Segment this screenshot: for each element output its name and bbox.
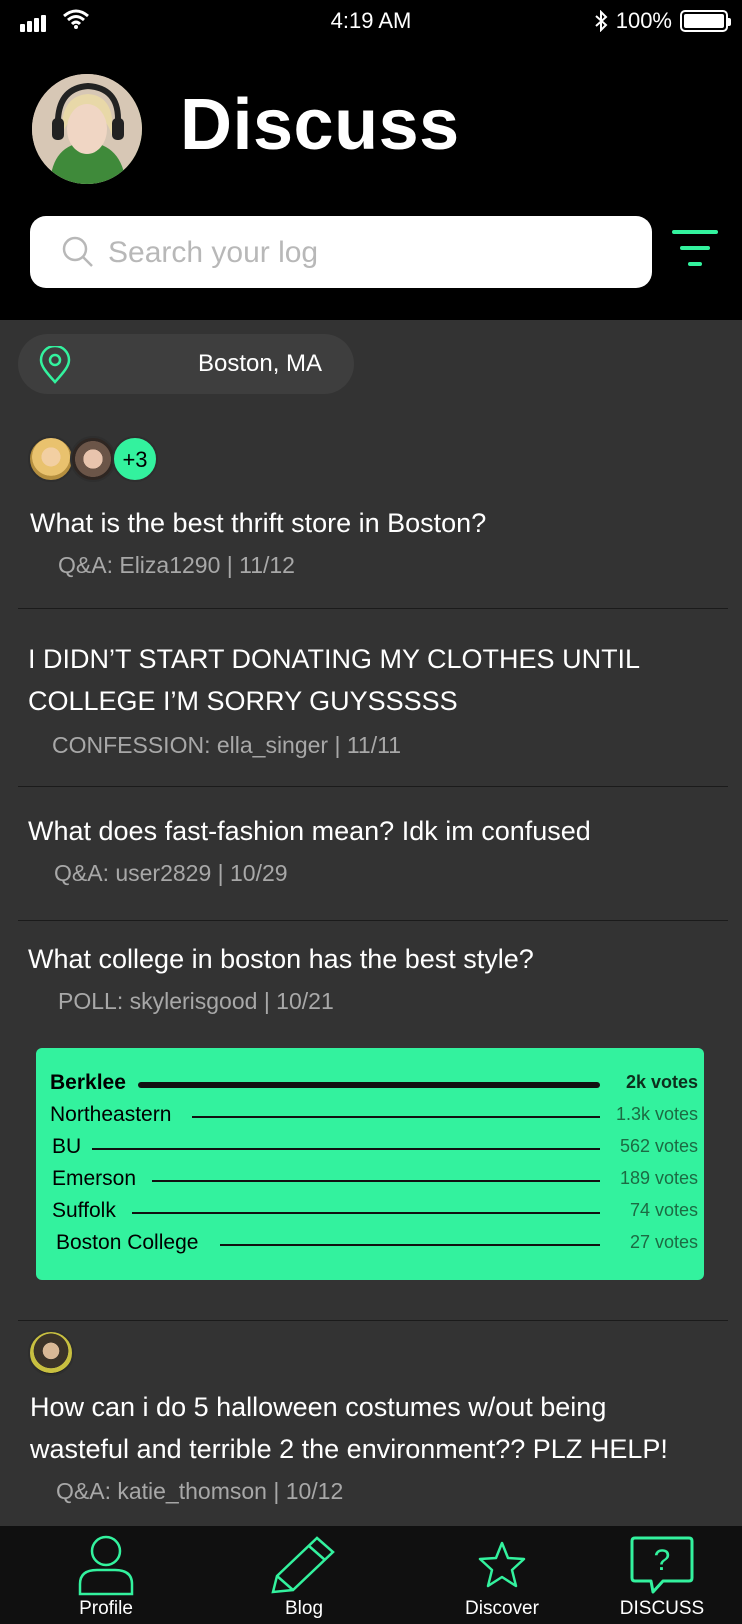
poll-bar [92,1148,600,1150]
tab-label: Blog [284,1598,324,1619]
filter-icon [672,230,718,234]
tab-discuss[interactable]: ? DISCUSS [592,1526,732,1624]
poll-votes: 1.3k votes [615,1104,698,1124]
tab-label: Discover [465,1598,539,1619]
bluetooth-icon [595,10,608,32]
post-title-line: COLLEGE I’M SORRY GUYSSSSS [28,686,458,716]
poll-bar [192,1116,600,1118]
filter-button[interactable] [672,230,718,270]
search-input[interactable] [106,230,630,276]
poll-bar [132,1212,600,1214]
location-pin-icon [39,346,71,384]
poll-option-label: Northeastern [50,1103,172,1126]
battery-percent: 100% [615,8,672,33]
location-label: Boston, MA [198,350,323,377]
poll-option[interactable]: Suffolk 74 votes [36,1196,704,1226]
post-title: What college in boston has the best styl… [28,944,534,974]
poll-votes: 189 votes [619,1168,698,1188]
poll-option-label: Berklee [50,1071,126,1094]
post-meta: POLL: skylerisgood | 10/21 [58,988,334,1014]
poll-option-label: Boston College [56,1231,199,1254]
more-participants-badge: +3 [112,436,158,482]
pencil-icon [271,1536,335,1594]
person-icon [78,1535,134,1596]
tab-bar: Profile Blog Discover ? DISCUSS [0,1526,742,1624]
poll-option[interactable]: Boston College 27 votes [36,1228,704,1258]
status-bar: 4:19 AM 100% [0,0,742,44]
poll-bar [152,1180,600,1182]
divider [18,1320,728,1321]
search-bar[interactable] [30,216,652,288]
poll-results: Berklee 2k votes Northeastern 1.3k votes… [36,1048,704,1280]
post-title-line: How can i do 5 halloween costumes w/out … [30,1392,607,1422]
tab-label: Profile [79,1598,133,1619]
tab-blog[interactable]: Blog [234,1526,374,1624]
post-meta: Q&A: Eliza1290 | 11/12 [58,552,295,578]
user-avatar[interactable] [32,74,142,184]
location-filter[interactable]: Boston, MA [18,334,354,394]
post-title: What is the best thrift store in Boston? [30,508,487,538]
participant-avatar [28,436,74,482]
star-icon [478,1541,526,1588]
header: Discuss [0,44,742,320]
poll-votes: 27 votes [629,1232,698,1252]
question-bubble-icon: ? [630,1536,694,1594]
divider [18,608,728,609]
page-title: Discuss [180,85,460,165]
poll-votes: 562 votes [619,1136,698,1156]
poll-option[interactable]: Northeastern 1.3k votes [36,1100,704,1130]
tab-label: DISCUSS [619,1598,705,1619]
poll-option-label: Emerson [52,1167,137,1190]
battery-icon [680,10,731,32]
post-meta: CONFESSION: ella_singer | 11/11 [52,732,401,758]
post-meta: Q&A: user2829 | 10/29 [54,860,288,886]
tab-discover[interactable]: Discover [432,1526,572,1624]
svg-text:?: ? [654,1544,671,1577]
post-title-line: wasteful and terrible 2 the environment?… [30,1434,668,1464]
post-title: What does fast-fashion mean? Idk im conf… [28,816,591,846]
post-meta: Q&A: katie_thomson | 10/12 [56,1478,344,1504]
poll-option[interactable]: Berklee 2k votes [36,1068,704,1098]
poll-option-label: BU [52,1135,82,1158]
participant-avatar [70,436,116,482]
post-title-line: I DIDN’T START DONATING MY CLOTHES UNTIL [28,644,641,674]
divider [18,920,728,921]
divider [18,786,728,787]
poll-option[interactable]: Emerson 189 votes [36,1164,704,1194]
poll-option[interactable]: BU 562 votes [36,1132,704,1162]
search-icon [62,236,93,267]
poll-votes: 2k votes [625,1072,698,1092]
participant-avatar [28,1330,74,1376]
poll-option-label: Suffolk [52,1199,116,1222]
tab-profile[interactable]: Profile [36,1526,176,1624]
poll-bar [220,1244,600,1246]
poll-votes: 74 votes [629,1200,698,1220]
poll-bar [138,1082,600,1088]
